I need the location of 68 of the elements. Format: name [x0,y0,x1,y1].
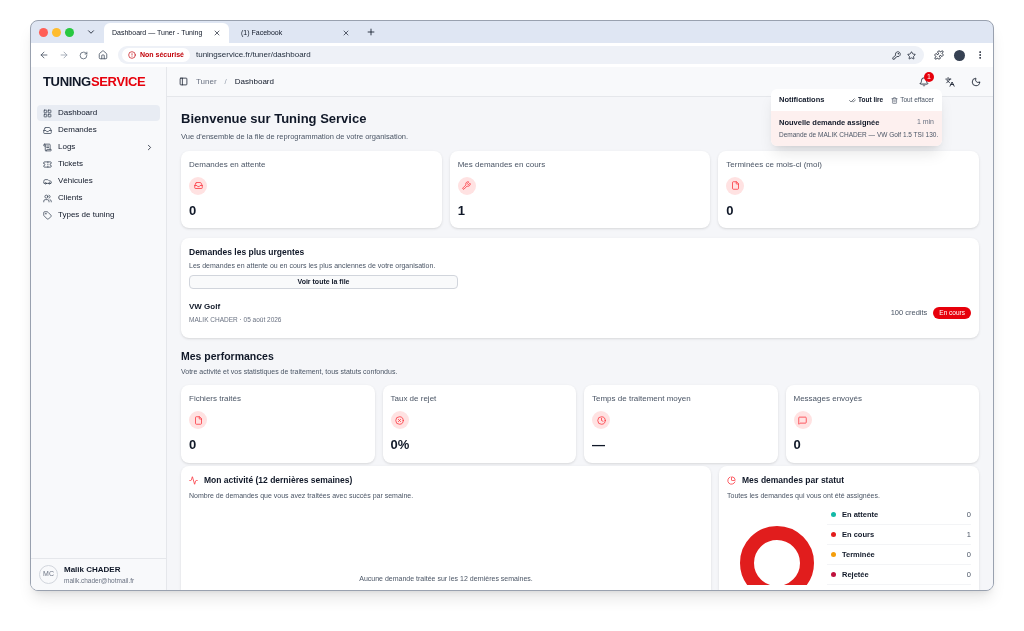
scroll-icon [43,142,52,152]
page-title: Bienvenue sur Tuning Service [181,110,367,128]
card-title: Demandes les plus urgentes [189,245,306,259]
car-icon [43,176,52,186]
pie-chart-icon [727,475,736,485]
sidebar-item[interactable]: Logs [37,139,160,155]
clock-icon [596,415,606,425]
extensions-icon[interactable] [934,50,944,60]
users-icon [43,193,52,203]
alert-icon [128,51,136,59]
sidebar-toggle-icon[interactable] [179,77,188,86]
breadcrumb-item: Dashboard [234,75,274,88]
card-title: Mon activité (12 dernières semaines) [204,474,353,487]
stat-label: Mes demandes en cours [457,158,547,171]
bookmark-icon[interactable] [907,50,916,60]
translate-icon[interactable] [945,76,955,87]
stat-value: 0 [793,436,802,454]
chevron-icon [145,142,154,152]
sidebar-item[interactable]: Tickets [37,156,160,172]
reload-icon[interactable] [79,50,88,60]
file-icon [730,181,740,191]
stat-value: 0 [189,201,198,220]
stat-label: Taux de rejet [390,393,438,405]
sidebar-item[interactable]: Dashboard [37,105,160,121]
stat-value: 0% [390,436,411,454]
file-icon [193,415,203,425]
stat-value: — [592,436,606,454]
new-tab-icon[interactable] [366,27,376,37]
stat-label: Messages envoyés [793,393,863,405]
url-text: tuningservice.fr/tuner/dashboard [195,49,312,61]
profile-avatar[interactable] [954,49,965,61]
stat-value: 0 [726,201,735,220]
inbox-icon [43,125,52,135]
close-icon[interactable] [342,29,350,37]
breadcrumb-item[interactable]: Tuner [196,75,217,88]
sidebar-item[interactable]: Demandes [37,122,160,138]
vehicle-name: VW Golf [189,301,222,313]
user-name: Malik CHADER [64,563,122,576]
home-icon[interactable] [98,50,108,60]
breadcrumb-separator: / [224,75,227,88]
card-title: Mes demandes par statut [742,474,845,487]
notification-bell-icon[interactable] [919,76,929,87]
sidebar-item[interactable]: Véhicules [37,173,160,189]
key-icon[interactable] [892,50,901,60]
brand-logo: TUNINGSERVICE [43,73,146,92]
back-icon[interactable] [39,50,49,60]
trash-icon [891,96,899,104]
sidebar-item[interactable]: Types de tuning [37,207,160,223]
check-icon [849,96,856,104]
ticket-icon [43,159,52,169]
activity-icon [189,475,198,485]
tab-list-icon[interactable] [86,27,96,37]
stat-label: Demandes en attente [189,158,267,171]
message-icon [798,415,807,425]
stat-label: Temps de traitement moyen [592,393,692,405]
grid-icon [43,108,52,118]
inbox-icon [193,181,203,191]
stat-value: 1 [457,201,466,220]
stat-label: Fichiers traités [189,393,242,405]
section-title: Mes performances [181,348,275,364]
tag-icon [43,210,52,220]
stat-label: Terminées ce mois-ci (moi) [726,158,823,171]
sidebar-item[interactable]: Clients [37,190,160,206]
wrench-icon [462,181,472,191]
circle-x-icon [395,415,404,425]
stat-value: 0 [189,436,198,454]
dark-mode-icon[interactable] [971,76,981,87]
close-icon[interactable] [213,29,221,37]
